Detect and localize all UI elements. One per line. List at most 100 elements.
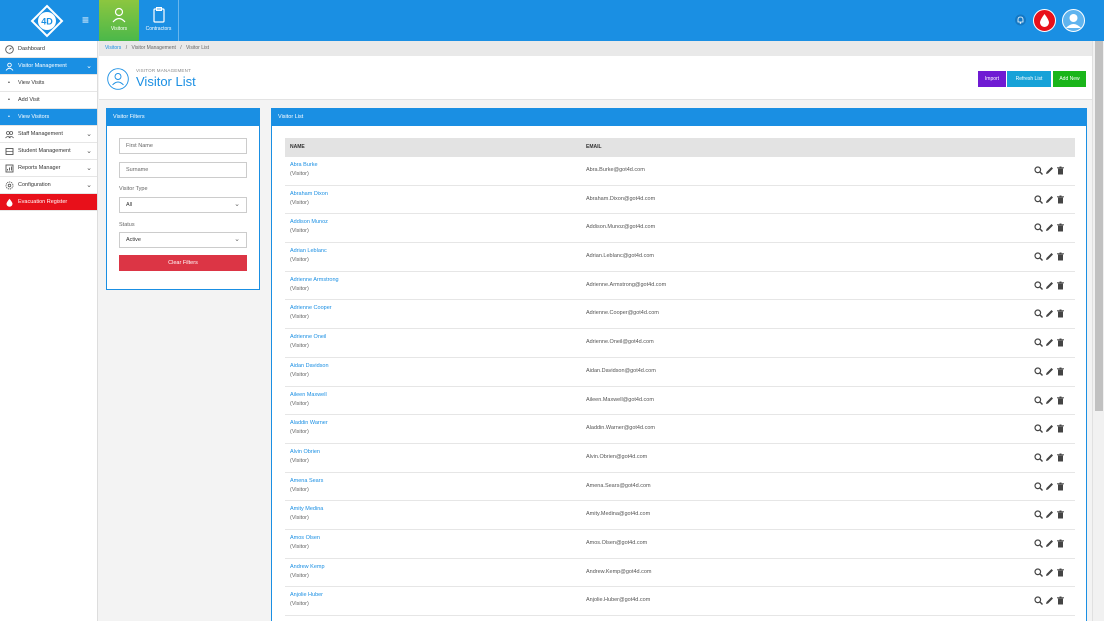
edit-pencil-icon[interactable] bbox=[1045, 281, 1054, 290]
sidebar-item-reports-manager[interactable]: Reports Manager ⌄ bbox=[0, 160, 97, 177]
trash-icon[interactable] bbox=[1056, 424, 1065, 433]
edit-pencil-icon[interactable] bbox=[1045, 223, 1054, 232]
tab-contractors[interactable]: Contractors bbox=[139, 0, 179, 41]
scrollbar-thumb[interactable] bbox=[1095, 41, 1103, 411]
edit-pencil-icon[interactable] bbox=[1045, 309, 1054, 318]
edit-pencil-icon[interactable] bbox=[1045, 596, 1054, 605]
tab-visitors[interactable]: Visitors bbox=[99, 0, 139, 41]
search-icon[interactable] bbox=[1034, 424, 1043, 434]
edit-pencil-icon[interactable] bbox=[1045, 195, 1054, 204]
trash-icon[interactable] bbox=[1056, 510, 1065, 519]
trash-icon[interactable] bbox=[1056, 568, 1065, 577]
search-icon[interactable] bbox=[1034, 166, 1043, 175]
trash-icon[interactable] bbox=[1056, 338, 1065, 347]
search-icon[interactable] bbox=[1034, 568, 1043, 577]
edit-pencil-icon[interactable] bbox=[1045, 367, 1054, 376]
edit-pencil-icon[interactable] bbox=[1045, 252, 1054, 261]
search-icon[interactable] bbox=[1034, 395, 1043, 405]
sidebar-item-dashboard[interactable]: Dashboard bbox=[0, 41, 97, 58]
table-row: Abra Burke (Visitor) Abra.Burke@got4d.com bbox=[285, 157, 1075, 186]
edit-pencil-icon[interactable] bbox=[1045, 338, 1054, 347]
search-icon[interactable] bbox=[1034, 367, 1043, 376]
edit-pencil-icon[interactable] bbox=[1045, 482, 1054, 491]
column-header-name[interactable]: NAME bbox=[290, 138, 305, 157]
search-icon[interactable] bbox=[1034, 510, 1043, 520]
bell-icon[interactable] bbox=[1015, 14, 1026, 26]
search-icon[interactable] bbox=[1034, 195, 1043, 204]
visitor-table: NAME EMAIL Abra Burke (Visitor) Abra.Burke… bbox=[285, 138, 1075, 616]
search-icon[interactable] bbox=[1034, 309, 1043, 319]
edit-pencil-icon[interactable] bbox=[1045, 453, 1054, 462]
add-new-button[interactable]: Add New bbox=[1053, 71, 1086, 87]
visitor-name-link[interactable]: Andrew Kemp bbox=[290, 564, 325, 570]
edit-pencil-icon[interactable] bbox=[1045, 568, 1054, 577]
edit-pencil-icon[interactable] bbox=[1045, 539, 1054, 548]
search-icon[interactable] bbox=[1034, 539, 1043, 548]
surname-field[interactable]: Surname bbox=[119, 162, 247, 178]
visitor-type-label: Visitor Type bbox=[119, 186, 148, 192]
row-actions bbox=[1034, 481, 1070, 492]
sidebar-item-student-management[interactable]: Student Management ⌄ bbox=[0, 143, 97, 160]
sidebar-item-staff-management[interactable]: Staff Management ⌄ bbox=[0, 126, 97, 143]
import-button[interactable]: Import bbox=[978, 71, 1006, 87]
menu-toggle-icon[interactable]: ≡ bbox=[82, 14, 92, 26]
trash-icon[interactable] bbox=[1056, 367, 1065, 376]
visitor-name-link[interactable]: Adrienne Armstrong bbox=[290, 277, 339, 283]
visitor-name-link[interactable]: Aidan Davidson bbox=[290, 363, 329, 369]
visitor-name-link[interactable]: Alvin Obrien bbox=[290, 449, 320, 455]
trash-icon[interactable] bbox=[1056, 482, 1065, 491]
status-select[interactable]: Active ⌄ bbox=[119, 232, 247, 248]
visitor-name-link[interactable]: Aladdin Warner bbox=[290, 420, 328, 426]
evacuation-drop-icon[interactable] bbox=[1033, 9, 1056, 32]
trash-icon[interactable] bbox=[1056, 252, 1065, 261]
first-name-field[interactable]: First Name bbox=[119, 138, 247, 154]
trash-icon[interactable] bbox=[1056, 223, 1065, 232]
visitor-name-link[interactable]: Adrienne Cooper bbox=[290, 305, 332, 311]
page-scrollbar[interactable] bbox=[1092, 41, 1104, 621]
search-icon[interactable] bbox=[1034, 223, 1043, 233]
visitor-name-link[interactable]: Abraham Dixon bbox=[290, 191, 328, 197]
sidebar-item-evacuation-register[interactable]: Evacuation Register bbox=[0, 194, 97, 211]
sidebar-item-configuration[interactable]: Configuration ⌄ bbox=[0, 177, 97, 194]
visitor-name-link[interactable]: Adrian Leblanc bbox=[290, 248, 327, 254]
trash-icon[interactable] bbox=[1056, 539, 1065, 548]
visitor-name-link[interactable]: Amos Olsen bbox=[290, 535, 320, 541]
edit-pencil-icon[interactable] bbox=[1045, 166, 1054, 175]
visitor-email: Adrienne.Armstrong@got4d.com bbox=[586, 281, 667, 288]
sidebar-item-view-visitors[interactable]: • View Visitors bbox=[0, 109, 97, 126]
user-avatar-icon[interactable] bbox=[1062, 9, 1085, 32]
breadcrumb-visitor-management[interactable]: Visitor Management bbox=[131, 45, 175, 51]
search-icon[interactable] bbox=[1034, 252, 1043, 262]
search-icon[interactable] bbox=[1034, 281, 1043, 290]
search-icon[interactable] bbox=[1034, 596, 1043, 606]
trash-icon[interactable] bbox=[1056, 309, 1065, 318]
visitor-name-link[interactable]: Abra Burke bbox=[290, 162, 318, 168]
edit-pencil-icon[interactable] bbox=[1045, 396, 1054, 405]
visitor-name-link[interactable]: Amity Medina bbox=[290, 506, 323, 512]
visitor-name-link[interactable]: Aileen Maxwell bbox=[290, 392, 327, 398]
4d-logo[interactable]: 4D bbox=[30, 4, 64, 38]
visitor-name-link[interactable]: Amena Sears bbox=[290, 478, 323, 484]
trash-icon[interactable] bbox=[1056, 281, 1065, 290]
trash-icon[interactable] bbox=[1056, 453, 1065, 462]
search-icon[interactable] bbox=[1034, 481, 1043, 491]
sidebar-item-view-visits[interactable]: • View Visits bbox=[0, 75, 97, 92]
visitor-name-link[interactable]: Adrienne Oneil bbox=[290, 334, 326, 340]
clear-filters-button[interactable]: Clear Filters bbox=[119, 255, 247, 271]
column-header-email[interactable]: EMAIL bbox=[586, 138, 602, 157]
sidebar-item-visitor-management[interactable]: Visitor Management ⌄ bbox=[0, 58, 97, 75]
refresh-list-button[interactable]: Refresh List bbox=[1007, 71, 1051, 87]
trash-icon[interactable] bbox=[1056, 195, 1065, 204]
breadcrumb-visitors[interactable]: Visitors bbox=[105, 45, 121, 51]
edit-pencil-icon[interactable] bbox=[1045, 510, 1054, 519]
search-icon[interactable] bbox=[1034, 453, 1043, 462]
visitor-name-link[interactable]: Anjolie Huber bbox=[290, 592, 323, 598]
visitor-type-select[interactable]: All ⌄ bbox=[119, 197, 247, 213]
trash-icon[interactable] bbox=[1056, 396, 1065, 405]
visitor-name-link[interactable]: Addison Munoz bbox=[290, 219, 328, 225]
sidebar-item-add-visit[interactable]: • Add Visit bbox=[0, 92, 97, 109]
search-icon[interactable] bbox=[1034, 338, 1043, 348]
trash-icon[interactable] bbox=[1056, 596, 1065, 605]
trash-icon[interactable] bbox=[1056, 166, 1065, 175]
edit-pencil-icon[interactable] bbox=[1045, 424, 1054, 433]
